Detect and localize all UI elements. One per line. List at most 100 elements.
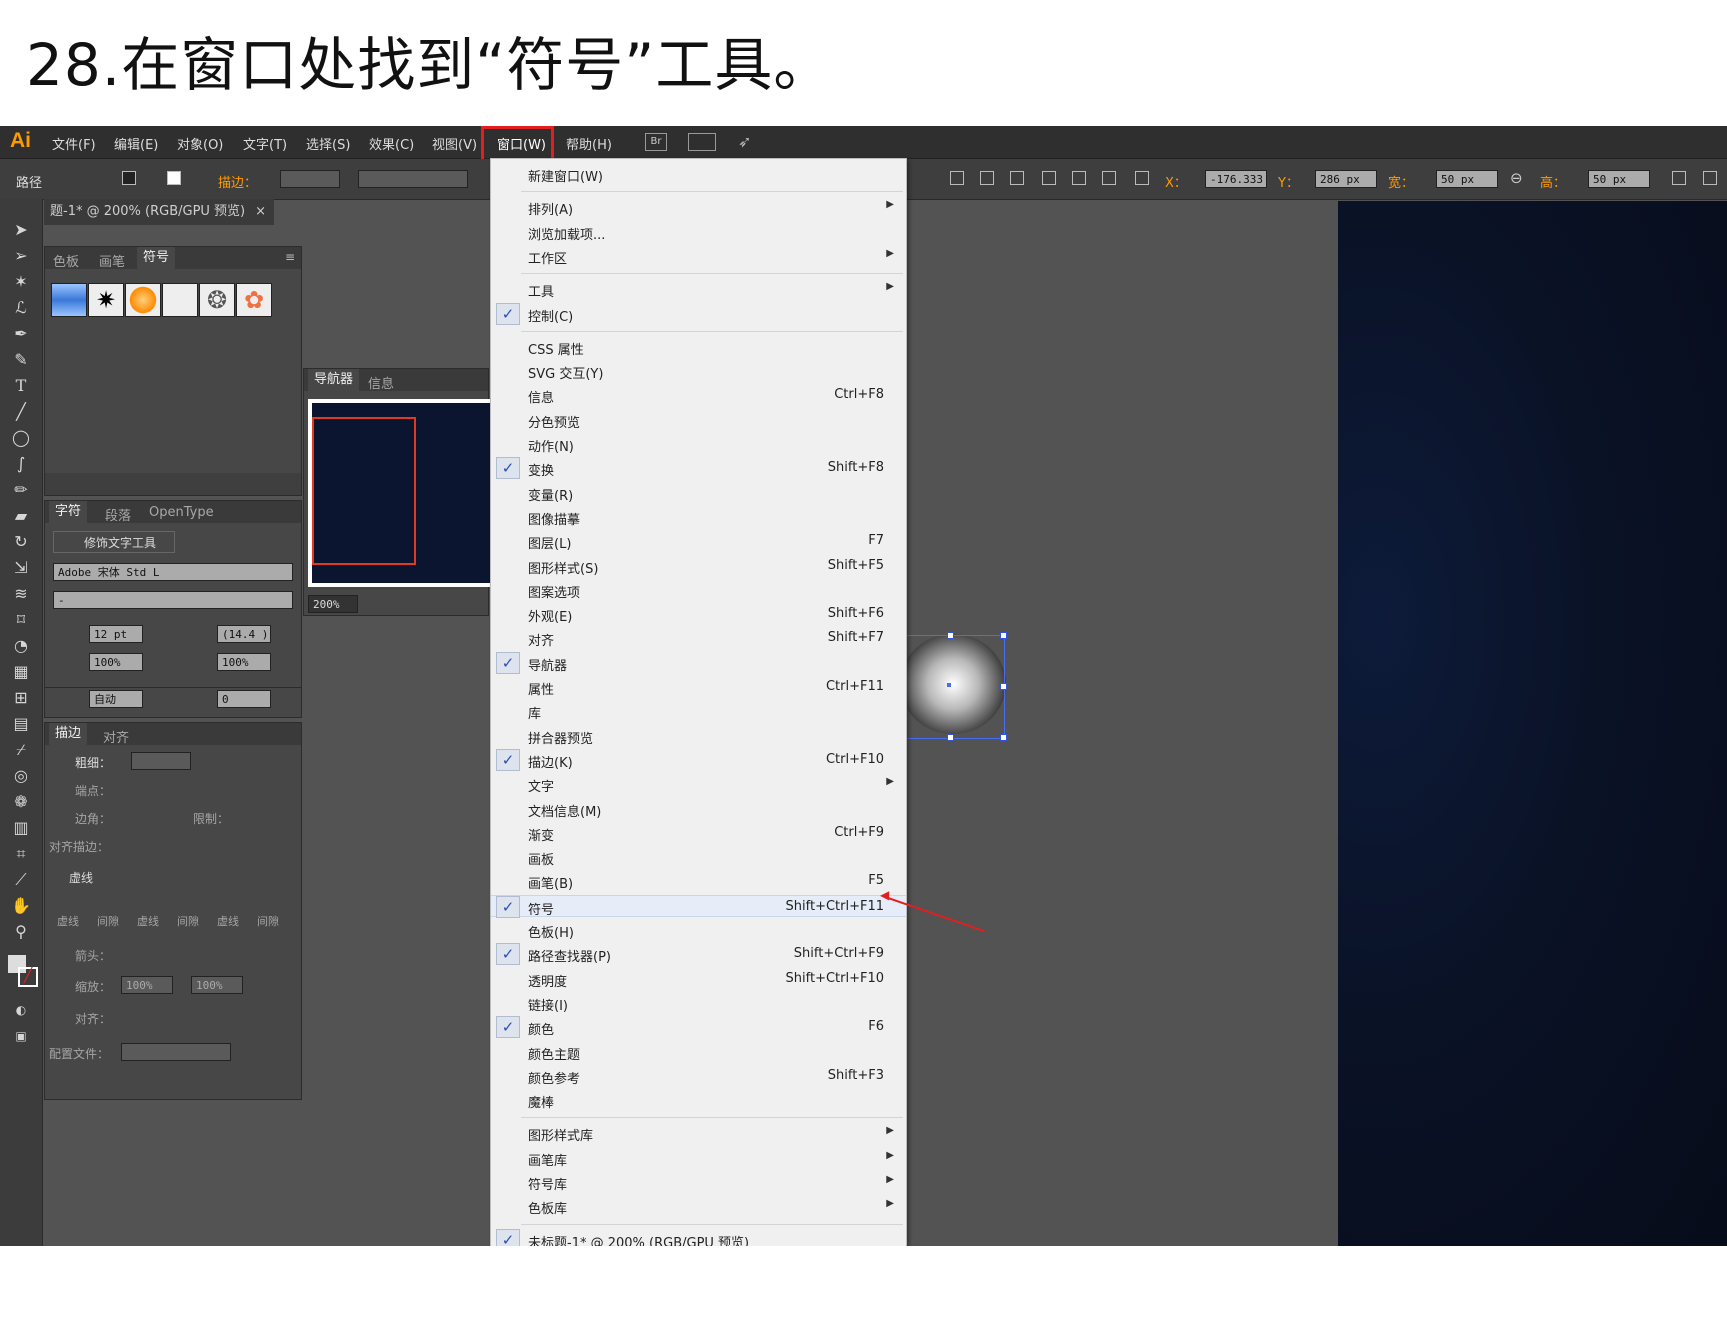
menu-file[interactable]: 文件(F) [52, 134, 96, 153]
menu-item[interactable]: 画笔(B) F5 [491, 870, 906, 892]
touch-type-button[interactable]: 修饰文字工具 [53, 531, 175, 553]
tracking-field[interactable]: 0 [217, 690, 271, 708]
zoom-icon[interactable]: ⚲ [8, 921, 34, 943]
symbol-sprayer-icon[interactable]: ❁ [8, 791, 34, 813]
document-tab[interactable]: 题-1* @ 200% (RGB/GPU 预览) × [44, 199, 274, 225]
lasso-icon[interactable]: ℒ [8, 297, 34, 319]
slice-icon[interactable]: ⟋ [8, 869, 34, 891]
font-family-field[interactable]: Adobe 宋体 Std L [53, 563, 293, 581]
menu-item[interactable]: 属性 Ctrl+F11 [491, 676, 906, 698]
panel-menu-icon[interactable]: ≡ [285, 250, 295, 264]
align-bottom-icon[interactable] [1102, 171, 1116, 185]
handle-bottom[interactable] [947, 734, 954, 741]
symbol-swatch-blue-banner[interactable] [51, 283, 87, 317]
arrow-scale-start[interactable]: 100% [121, 976, 173, 994]
menu-item[interactable]: ✓ 符号 Shift+Ctrl+F11 [491, 894, 906, 918]
tab-symbols[interactable]: 符号 [137, 247, 176, 269]
align-vcenter-icon[interactable] [1072, 171, 1086, 185]
eyedropper-icon[interactable]: ⌿ [8, 739, 34, 761]
font-style-field[interactable]: - [53, 591, 293, 609]
curvature-tool-icon[interactable]: ✎ [8, 349, 34, 371]
menu-item[interactable]: ✓ 路径查找器(P) Shift+Ctrl+F9 [491, 943, 906, 966]
menu-item[interactable]: ✓ 描边(K) Ctrl+F10 [491, 748, 906, 771]
align-left-icon[interactable] [950, 171, 964, 185]
menu-item[interactable]: 图案选项 [491, 579, 906, 601]
height-field[interactable]: 50 px [1588, 170, 1650, 188]
ellipse-tool-icon[interactable]: ◯ [8, 427, 34, 449]
menu-item[interactable]: 库 [491, 700, 906, 722]
menu-item[interactable]: SVG 交互(Y) [491, 360, 906, 382]
mesh-icon[interactable]: ⊞ [8, 687, 34, 709]
horizontal-scale-field[interactable]: 100% [217, 653, 271, 671]
shape-builder-icon[interactable]: ◔ [8, 635, 34, 657]
menu-item[interactable]: 符号库 ▶ [491, 1171, 906, 1193]
menu-item[interactable]: 浏览加载项... [491, 221, 906, 243]
menu-item[interactable]: 工具 ▶ [491, 278, 906, 300]
tab-paragraph[interactable]: 段落 [105, 505, 131, 524]
menu-item[interactable]: 颜色参考 Shift+F3 [491, 1065, 906, 1087]
bridge-icon[interactable]: Br [645, 133, 667, 151]
workspace-switcher-icon[interactable] [688, 133, 716, 151]
draw-mode-icon[interactable]: ◐ [8, 999, 34, 1021]
align-hcenter-icon[interactable] [980, 171, 994, 185]
eraser-icon[interactable]: ▰ [8, 505, 34, 527]
stroke-swatch[interactable] [167, 171, 181, 185]
tab-info[interactable]: 信息 [368, 373, 394, 392]
perspective-grid-icon[interactable]: ▦ [8, 661, 34, 683]
blend-icon[interactable]: ◎ [8, 765, 34, 787]
kerning-field[interactable]: 自动 [89, 690, 143, 708]
selection-bounding-box[interactable] [899, 635, 1005, 739]
tab-opentype[interactable]: OpenType [149, 505, 214, 520]
menu-item[interactable]: 变量(R) [491, 482, 906, 504]
navigator-zoom-field[interactable]: 200% [308, 595, 358, 613]
menu-item[interactable]: ✓ 控制(C) [491, 302, 906, 325]
menu-item[interactable]: 透明度 Shift+Ctrl+F10 [491, 968, 906, 990]
fill-swatch[interactable] [122, 171, 136, 185]
menu-item[interactable]: 文档信息(M) [491, 798, 906, 820]
handle-top-right[interactable] [1000, 632, 1007, 639]
align-top-icon[interactable] [1042, 171, 1056, 185]
menu-item[interactable]: ✓ 颜色 F6 [491, 1016, 906, 1039]
menu-item[interactable]: 文字 ▶ [491, 773, 906, 795]
pen-tool-icon[interactable]: ✒ [8, 323, 34, 345]
menu-item[interactable]: 动作(N) [491, 433, 906, 455]
paintbrush-icon[interactable]: ∫ [8, 453, 34, 475]
x-field[interactable]: -176.333 [1205, 170, 1267, 188]
menu-item[interactable]: 画笔库 ▶ [491, 1147, 906, 1169]
symbol-swatch-flower[interactable]: ✿ [236, 283, 272, 317]
free-transform-icon[interactable]: ⌑ [8, 609, 34, 631]
menu-item[interactable]: 色板(H) [491, 919, 906, 941]
vertical-scale-field[interactable]: 100% [89, 653, 143, 671]
menu-item[interactable]: ✓ 未标题-1* @ 200% (RGB/GPU 预览) [491, 1228, 906, 1246]
symbol-swatch-frame[interactable] [162, 283, 198, 317]
menu-item[interactable]: CSS 属性 [491, 336, 906, 358]
menu-item[interactable]: 图形样式库 ▶ [491, 1122, 906, 1144]
pencil-icon[interactable]: ✏ [8, 479, 34, 501]
menu-item[interactable]: 信息 Ctrl+F8 [491, 384, 906, 406]
handle-top[interactable] [947, 632, 954, 639]
tab-swatches[interactable]: 色板 [53, 251, 79, 270]
width-tool-icon[interactable]: ≋ [8, 583, 34, 605]
tab-brushes[interactable]: 画笔 [99, 251, 125, 270]
stroke-color-icon[interactable]: ╱ [18, 967, 38, 987]
menu-item[interactable]: 外观(E) Shift+F6 [491, 603, 906, 625]
menu-item[interactable]: 图层(L) F7 [491, 530, 906, 552]
menu-item[interactable]: 画板 [491, 846, 906, 868]
menu-help[interactable]: 帮助(H) [566, 134, 612, 153]
handle-right[interactable] [1000, 683, 1007, 690]
menu-select[interactable]: 选择(S) [306, 134, 350, 153]
menu-view[interactable]: 视图(V) [432, 134, 477, 153]
direct-selection-tool-icon[interactable]: ➢ [8, 245, 34, 267]
menu-item[interactable]: 工作区 ▶ [491, 245, 906, 267]
leading-field[interactable]: (14.4 ) [217, 625, 271, 643]
hand-icon[interactable]: ✋ [8, 895, 34, 917]
isolate-icon[interactable] [1703, 171, 1717, 185]
menu-item[interactable]: ✓ 导航器 [491, 651, 906, 674]
line-tool-icon[interactable]: ╱ [8, 401, 34, 423]
menu-item[interactable]: 图形样式(S) Shift+F5 [491, 555, 906, 577]
symbol-swatch-wreath[interactable]: ❂ [199, 283, 235, 317]
screen-mode-icon[interactable]: ▣ [8, 1025, 34, 1047]
artboard-icon[interactable]: ⌗ [8, 843, 34, 865]
font-size-field[interactable]: 12 pt [89, 625, 143, 643]
menu-item[interactable]: ✓ 变换 Shift+F8 [491, 457, 906, 480]
